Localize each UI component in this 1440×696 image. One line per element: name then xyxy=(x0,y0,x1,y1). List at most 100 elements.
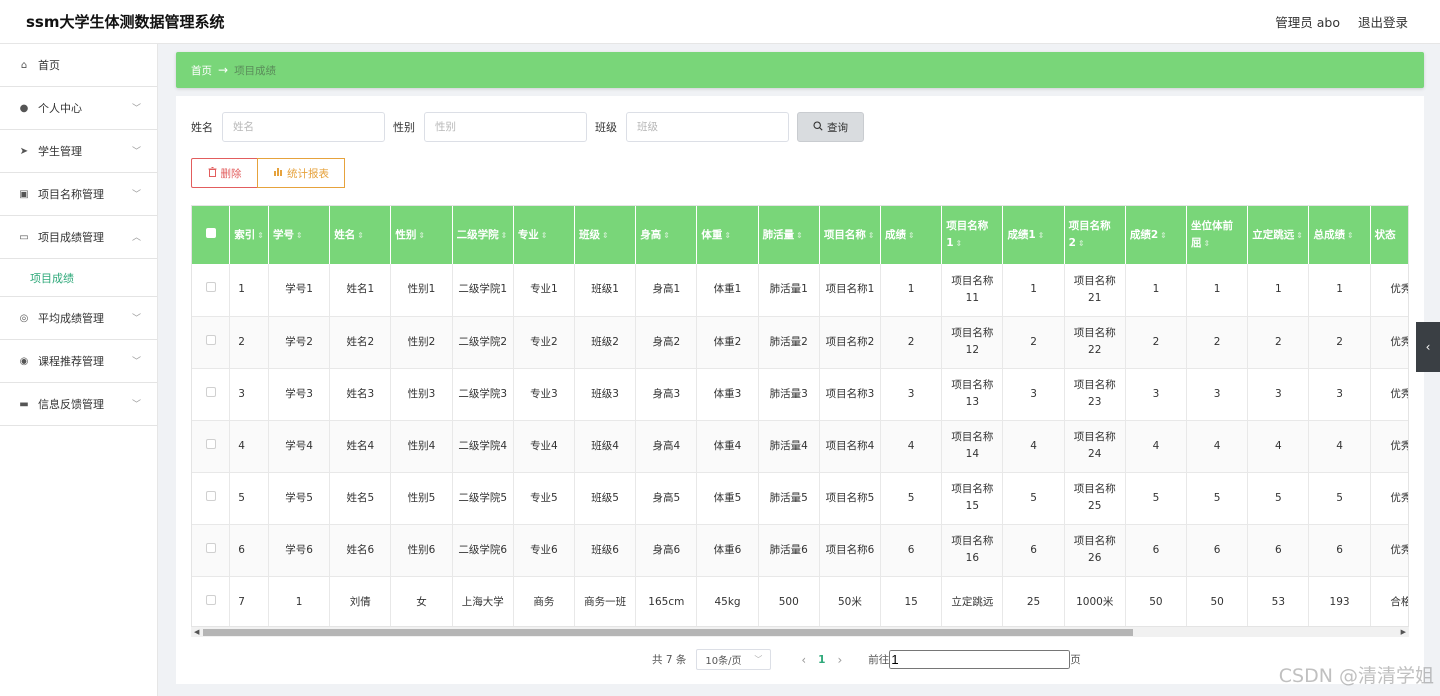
table-cell: 性别3 xyxy=(390,368,453,421)
column-header[interactable]: 学号 ⇕ xyxy=(268,206,331,264)
sidebar-item-0[interactable]: ⌂ 首页 xyxy=(0,44,157,87)
column-header[interactable]: 成绩1 ⇕ xyxy=(1002,206,1065,264)
row-checkbox[interactable] xyxy=(192,316,231,369)
scroll-thumb[interactable] xyxy=(203,629,1133,636)
sort-icon[interactable]: ⇕ xyxy=(1078,239,1085,248)
table-cell: 姓名5 xyxy=(329,472,392,525)
table-row[interactable]: 1 学号1 姓名1 性别1 二级学院1 专业1 班级1 身高1 体重1 肺活量1 项目名称1 1 项目名… xyxy=(192,264,1408,317)
breadcrumb: 首页 → 项目成绩 xyxy=(176,52,1424,88)
table-cell: 7 xyxy=(229,576,269,627)
next-page-icon[interactable]: › xyxy=(837,653,842,667)
sidebar-item-1[interactable]: ● 个人中心 ﹀ xyxy=(0,87,157,130)
row-checkbox[interactable] xyxy=(192,524,231,577)
table-cell: 项目名称13 xyxy=(941,368,1004,421)
column-header[interactable]: 状态 xyxy=(1370,206,1408,264)
table-cell: 1 xyxy=(880,264,943,317)
table-row[interactable]: 2 学号2 姓名2 性别2 二级学院2 专业2 班级2 身高2 体重2 肺活量2 项目名称2 2 项目名… xyxy=(192,316,1408,369)
row-checkbox[interactable] xyxy=(192,420,231,473)
column-header[interactable]: 肺活量 ⇕ xyxy=(758,206,820,264)
column-header[interactable]: 项目名称 ⇕ xyxy=(819,206,882,264)
sort-icon[interactable]: ⇕ xyxy=(1204,239,1211,248)
total-count: 共 7 条 xyxy=(652,654,687,666)
chevron-icon: ﹀ xyxy=(131,147,141,157)
table-cell: 3 xyxy=(1308,368,1371,421)
table-cell: 学号3 xyxy=(268,368,331,421)
column-header[interactable]: 索引 ⇕ xyxy=(229,206,269,264)
scroll-right-icon[interactable]: ▶ xyxy=(1401,627,1406,638)
goto-page-input[interactable] xyxy=(889,650,1071,669)
prev-page-icon[interactable]: ‹ xyxy=(801,653,806,667)
sort-icon[interactable]: ⇕ xyxy=(1038,231,1045,240)
column-header[interactable]: 专业 ⇕ xyxy=(513,206,576,264)
table-row[interactable]: 4 学号4 姓名4 性别4 二级学院4 专业4 班级4 身高4 体重4 肺活量4 项目名称4 4 项目名… xyxy=(192,420,1408,473)
table-row[interactable]: 5 学号5 姓名5 性别5 二级学院5 专业5 班级5 身高5 体重5 肺活量5 项目名称5 5 项目名… xyxy=(192,472,1408,525)
table-row[interactable]: 6 学号6 姓名6 性别6 二级学院6 专业6 班级6 身高6 体重6 肺活量6 项目名称6 6 项目名… xyxy=(192,524,1408,577)
gender-input[interactable] xyxy=(424,112,587,142)
table-cell: 6 xyxy=(1002,524,1065,577)
column-header[interactable]: 姓名 ⇕ xyxy=(329,206,392,264)
sidebar-item-4[interactable]: ▭ 项目成绩管理 ︿ xyxy=(0,216,157,259)
query-button[interactable]: 查询 xyxy=(797,112,864,142)
sidebar-item-5[interactable]: ◎ 平均成绩管理 ﹀ xyxy=(0,297,157,340)
column-header[interactable]: 坐位体前屈 ⇕ xyxy=(1186,206,1249,264)
column-header[interactable]: 身高 ⇕ xyxy=(635,206,698,264)
select-all-checkbox[interactable] xyxy=(192,206,231,264)
chevron-icon: ﹀ xyxy=(131,357,141,367)
logout-link[interactable]: 退出登录 xyxy=(1358,12,1408,31)
app-title: ssm大学生体测数据管理系统 xyxy=(26,13,225,31)
column-header[interactable]: 性别 ⇕ xyxy=(390,206,453,264)
column-header[interactable]: 项目名称1 ⇕ xyxy=(941,206,1004,264)
column-header[interactable]: 项目名称2 ⇕ xyxy=(1064,206,1126,264)
table-row[interactable]: 3 学号3 姓名3 性别3 二级学院3 专业3 班级3 身高3 体重3 肺活量3 项目名称3 3 项目名… xyxy=(192,368,1408,421)
sort-icon[interactable]: ⇕ xyxy=(1347,231,1354,240)
sidebar-item-2[interactable]: ➤ 学生管理 ﹀ xyxy=(0,130,157,173)
sort-icon[interactable]: ⇕ xyxy=(796,231,803,240)
submenu-item-project-scores[interactable]: 项目成绩 xyxy=(0,259,157,297)
row-checkbox[interactable] xyxy=(192,472,231,525)
sort-icon[interactable]: ⇕ xyxy=(956,239,963,248)
sort-icon[interactable]: ⇕ xyxy=(602,231,609,240)
sort-icon[interactable]: ⇕ xyxy=(541,231,548,240)
sidebar-item-6[interactable]: ◉ 课程推荐管理 ﹀ xyxy=(0,340,157,383)
chevron-icon: ﹀ xyxy=(131,190,141,200)
table-cell: 肺活量3 xyxy=(758,368,820,421)
sort-icon[interactable]: ⇕ xyxy=(418,231,425,240)
class-input[interactable] xyxy=(626,112,789,142)
sort-icon[interactable]: ⇕ xyxy=(1160,231,1167,240)
column-header[interactable]: 二级学院 ⇕ xyxy=(452,206,514,264)
page-size-select[interactable]: 10条/页 ﹀ xyxy=(696,649,772,670)
delete-button[interactable]: 删除 xyxy=(191,158,258,188)
sidebar-item-7[interactable]: ▬ 信息反馈管理 ﹀ xyxy=(0,383,157,426)
row-checkbox[interactable] xyxy=(192,264,231,317)
table-cell: 项目名称1 xyxy=(819,264,882,317)
breadcrumb-home[interactable]: 首页 xyxy=(191,63,212,78)
row-checkbox[interactable] xyxy=(192,576,231,627)
report-button[interactable]: 统计报表 xyxy=(257,158,345,188)
sort-icon[interactable]: ⇕ xyxy=(1296,231,1303,240)
column-header[interactable]: 成绩 ⇕ xyxy=(880,206,943,264)
sort-icon[interactable]: ⇕ xyxy=(663,231,670,240)
row-checkbox[interactable] xyxy=(192,368,231,421)
column-header[interactable]: 成绩2 ⇕ xyxy=(1125,206,1188,264)
sort-icon[interactable]: ⇕ xyxy=(257,231,264,240)
name-input[interactable] xyxy=(222,112,385,142)
page-size-value: 10条/页 xyxy=(705,656,742,667)
sort-icon[interactable]: ⇕ xyxy=(357,231,364,240)
page-number[interactable]: 1 xyxy=(818,654,825,666)
sort-icon[interactable]: ⇕ xyxy=(724,231,731,240)
admin-user[interactable]: 管理员 abo xyxy=(1275,12,1340,31)
column-header[interactable]: 立定跳远 ⇕ xyxy=(1247,206,1310,264)
horizontal-scrollbar[interactable]: ◀ ▶ xyxy=(191,626,1409,637)
sort-icon[interactable]: ⇕ xyxy=(501,231,508,240)
scroll-left-icon[interactable]: ◀ xyxy=(194,627,199,638)
column-header[interactable]: 班级 ⇕ xyxy=(574,206,637,264)
column-header[interactable]: 体重 ⇕ xyxy=(696,206,759,264)
collapse-toggle-button[interactable]: ‹ xyxy=(1416,322,1440,372)
sidebar-item-3[interactable]: ▣ 项目名称管理 ﹀ xyxy=(0,173,157,216)
sort-icon[interactable]: ⇕ xyxy=(908,231,915,240)
column-header[interactable]: 总成绩 ⇕ xyxy=(1308,206,1371,264)
sort-icon[interactable]: ⇕ xyxy=(296,231,303,240)
table-cell: 姓名1 xyxy=(329,264,392,317)
sort-icon[interactable]: ⇕ xyxy=(868,231,875,240)
table-row[interactable]: 7 1 刘倩女上海大学 商务 商务一班 165cm 45kg 500 50米 15 立定跳远 25 10… xyxy=(192,576,1408,627)
